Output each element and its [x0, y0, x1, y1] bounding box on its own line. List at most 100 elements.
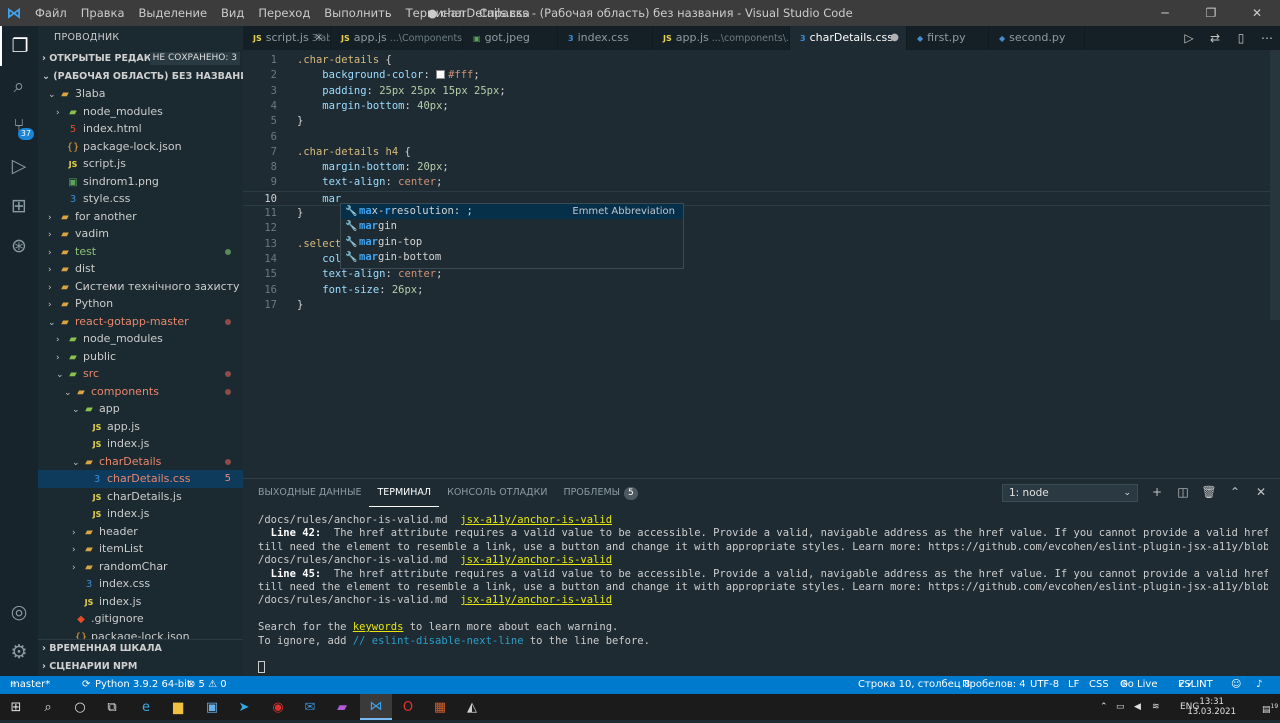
terminal-link[interactable]: jsx-a11y/anchor-is-valid	[460, 594, 612, 606]
tree-folder[interactable]: › ▰ node_modules	[38, 103, 243, 121]
edge-icon[interactable]: e	[130, 694, 162, 720]
color-swatch[interactable]	[436, 70, 446, 80]
tree-file[interactable]: JS script.js	[38, 155, 243, 173]
tree-file[interactable]: ◆ .gitignore	[38, 610, 243, 628]
tree-folder[interactable]: › ▰ itemList	[38, 540, 243, 558]
terminal-link[interactable]: jsx-a11y/anchor-is-valid	[460, 514, 612, 526]
volume-icon[interactable]: ◀	[1134, 694, 1141, 720]
notifications-icon[interactable]: ▤19	[1262, 694, 1278, 723]
suggestion-item[interactable]: 🔧 margin-bottom	[341, 250, 683, 265]
language-mode[interactable]: CSS	[1089, 676, 1109, 694]
tab-output[interactable]: ВЫХОДНЫЕ ДАННЫЕ	[250, 479, 369, 507]
tab-got-jpeg[interactable]: ▣ got.jpeg	[463, 26, 558, 50]
split-terminal-icon[interactable]: ◫	[1170, 483, 1196, 501]
tree-folder[interactable]: ⌄ ▰ components	[38, 383, 243, 401]
extensions-icon[interactable]: ⊞	[0, 186, 38, 226]
code-line[interactable]: 5}	[243, 114, 1273, 129]
tree-file[interactable]: 5 index.html	[38, 120, 243, 138]
menu-item[interactable]: Терминал	[399, 0, 472, 26]
tree-folder[interactable]: ⌄ ▰ src	[38, 365, 243, 383]
tray-chevron-icon[interactable]: ⌃	[1100, 694, 1108, 720]
tree-file[interactable]: {} package-lock.json	[38, 138, 243, 156]
code-line[interactable]: 8 margin-bottom: 20px;	[243, 160, 1273, 175]
maximize-icon[interactable]: ❐	[1188, 0, 1234, 26]
indentation[interactable]: Пробелов: 4	[962, 676, 1026, 694]
app-icon[interactable]: ◉	[262, 694, 294, 720]
tree-file[interactable]: ▣ sindrom1.png	[38, 173, 243, 191]
tree-file[interactable]: JS app.js	[38, 418, 243, 436]
vscode-taskbar-icon[interactable]: ⋈	[360, 694, 392, 720]
wifi-icon[interactable]: ≋	[1152, 694, 1160, 720]
minimize-icon[interactable]: ─	[1142, 0, 1188, 26]
account-icon[interactable]: ◎	[0, 592, 38, 632]
chevron-up-icon[interactable]: ⌃	[1222, 483, 1248, 501]
trash-icon[interactable]: 🗑	[1196, 483, 1222, 501]
tree-folder[interactable]: ⌄ ▰ react-gotapp-master	[38, 313, 243, 331]
code-line[interactable]: 7 .char-details h4 {	[243, 145, 1273, 160]
tree-folder[interactable]: ⌄ ▰ app	[38, 400, 243, 418]
tree-file[interactable]: 3 index.css	[38, 575, 243, 593]
plus-icon[interactable]: +	[1144, 483, 1170, 501]
gear-icon[interactable]: ⚙	[0, 632, 38, 672]
terminal-select[interactable]: 1: node ⌄	[1002, 484, 1138, 502]
task-view-icon[interactable]: ⧉	[96, 694, 128, 720]
tree-file[interactable]: 3 charDetails.css 5	[38, 470, 243, 488]
cursor-position[interactable]: Строка 10, столбец 8	[858, 676, 970, 694]
clock[interactable]: 13:31 13.03.2021	[1187, 697, 1236, 717]
open-editors-section[interactable]: › ОТКРЫТЫЕ РЕДАКТО... НЕ СОХРАНЕНО: 3	[38, 50, 243, 68]
search-icon[interactable]: ⌕	[32, 694, 64, 720]
code-line[interactable]: 6	[243, 130, 1273, 145]
network-icon[interactable]: ▭	[1116, 694, 1125, 720]
terminal-link[interactable]: jsx-a11y/anchor-is-valid	[460, 554, 612, 566]
code-line[interactable]: 17}	[243, 298, 1273, 313]
end-of-line[interactable]: LF	[1068, 676, 1079, 694]
compare-icon[interactable]: ⇄	[1202, 26, 1228, 50]
tab-problems[interactable]: ПРОБЛЕМЫ 5	[555, 479, 645, 507]
npm-scripts-section[interactable]: › СЦЕНАРИИ NPM	[38, 658, 243, 676]
code-line[interactable]: 16 font-size: 26px;	[243, 283, 1273, 298]
more-icon[interactable]: ⋯	[1254, 26, 1280, 50]
explorer-icon[interactable]: ❐	[0, 26, 38, 66]
menu-item[interactable]: Правка	[74, 0, 132, 26]
menu-item[interactable]: Вид	[214, 0, 251, 26]
suggestion-item[interactable]: 🔧 margin-top	[341, 235, 683, 250]
tree-folder[interactable]: › ▰ public	[38, 348, 243, 366]
python-interpreter[interactable]: Python 3.9.2 64-bit	[95, 676, 191, 694]
opera-icon[interactable]: O	[392, 694, 424, 720]
tree-folder[interactable]: › ▰ test	[38, 243, 243, 261]
cortana-icon[interactable]: ○	[64, 694, 96, 720]
code-line[interactable]: 2 background-color: #fff;	[243, 68, 1273, 83]
code-line[interactable]: 9 text-align: center;	[243, 175, 1273, 190]
workspace-section[interactable]: ⌄ (РАБОЧАЯ ОБЛАСТЬ) БЕЗ НАЗВАНИЯ	[38, 68, 243, 86]
git-graph-icon[interactable]: ⊛	[0, 226, 38, 266]
close-icon[interactable]: ✕	[1248, 483, 1274, 501]
timeline-section[interactable]: › ВРЕМЕННАЯ ШКАЛА	[38, 640, 243, 658]
search-icon[interactable]: ⌕	[0, 66, 38, 106]
menu-item[interactable]: Выполнить	[317, 0, 398, 26]
terminal-link[interactable]: keywords	[353, 621, 404, 633]
tab-app-js[interactable]: JSapp.js...\Components\...	[331, 26, 463, 50]
tree-folder[interactable]: ›▰Системи технічного захисту інф...	[38, 278, 243, 296]
code-line[interactable]: 1 .char-details {	[243, 53, 1273, 68]
close-icon[interactable]: ×	[315, 26, 323, 50]
tab-first-py[interactable]: ◆ first.py	[907, 26, 989, 50]
sync-icon[interactable]: ⟳	[82, 676, 90, 694]
tree-folder[interactable]: › ▰ vadim	[38, 225, 243, 243]
tree-file[interactable]: JS charDetails.js	[38, 488, 243, 506]
run-debug-icon[interactable]: ▷	[0, 146, 38, 186]
winrar-icon[interactable]: ▦	[424, 694, 456, 720]
encoding[interactable]: UTF-8	[1030, 676, 1059, 694]
tab-app-js[interactable]: JS app.js ...\components\...	[653, 26, 790, 50]
suggestion-item[interactable]: 🔧 margin	[341, 219, 683, 234]
menu-item[interactable]: Переход	[251, 0, 317, 26]
tab-charDetails-css[interactable]: 3 charDetails.css ●	[790, 26, 907, 50]
menu-item[interactable]: Справка	[472, 0, 537, 26]
close-icon[interactable]: ✕	[1234, 0, 1280, 26]
code-line[interactable]: 3 padding: 25px 25px 15px 25px;	[243, 84, 1273, 99]
terminal-output[interactable]: /docs/rules/anchor-is-valid.md jsx-a11y/…	[258, 514, 1268, 675]
tab-terminal[interactable]: ТЕРМИНАЛ	[369, 479, 440, 507]
menu-item[interactable]: Выделение	[132, 0, 215, 26]
tree-folder[interactable]: › ▰ header	[38, 523, 243, 541]
tree-file[interactable]: JS index.js	[38, 505, 243, 523]
tree-folder[interactable]: › ▰ node_modules	[38, 330, 243, 348]
